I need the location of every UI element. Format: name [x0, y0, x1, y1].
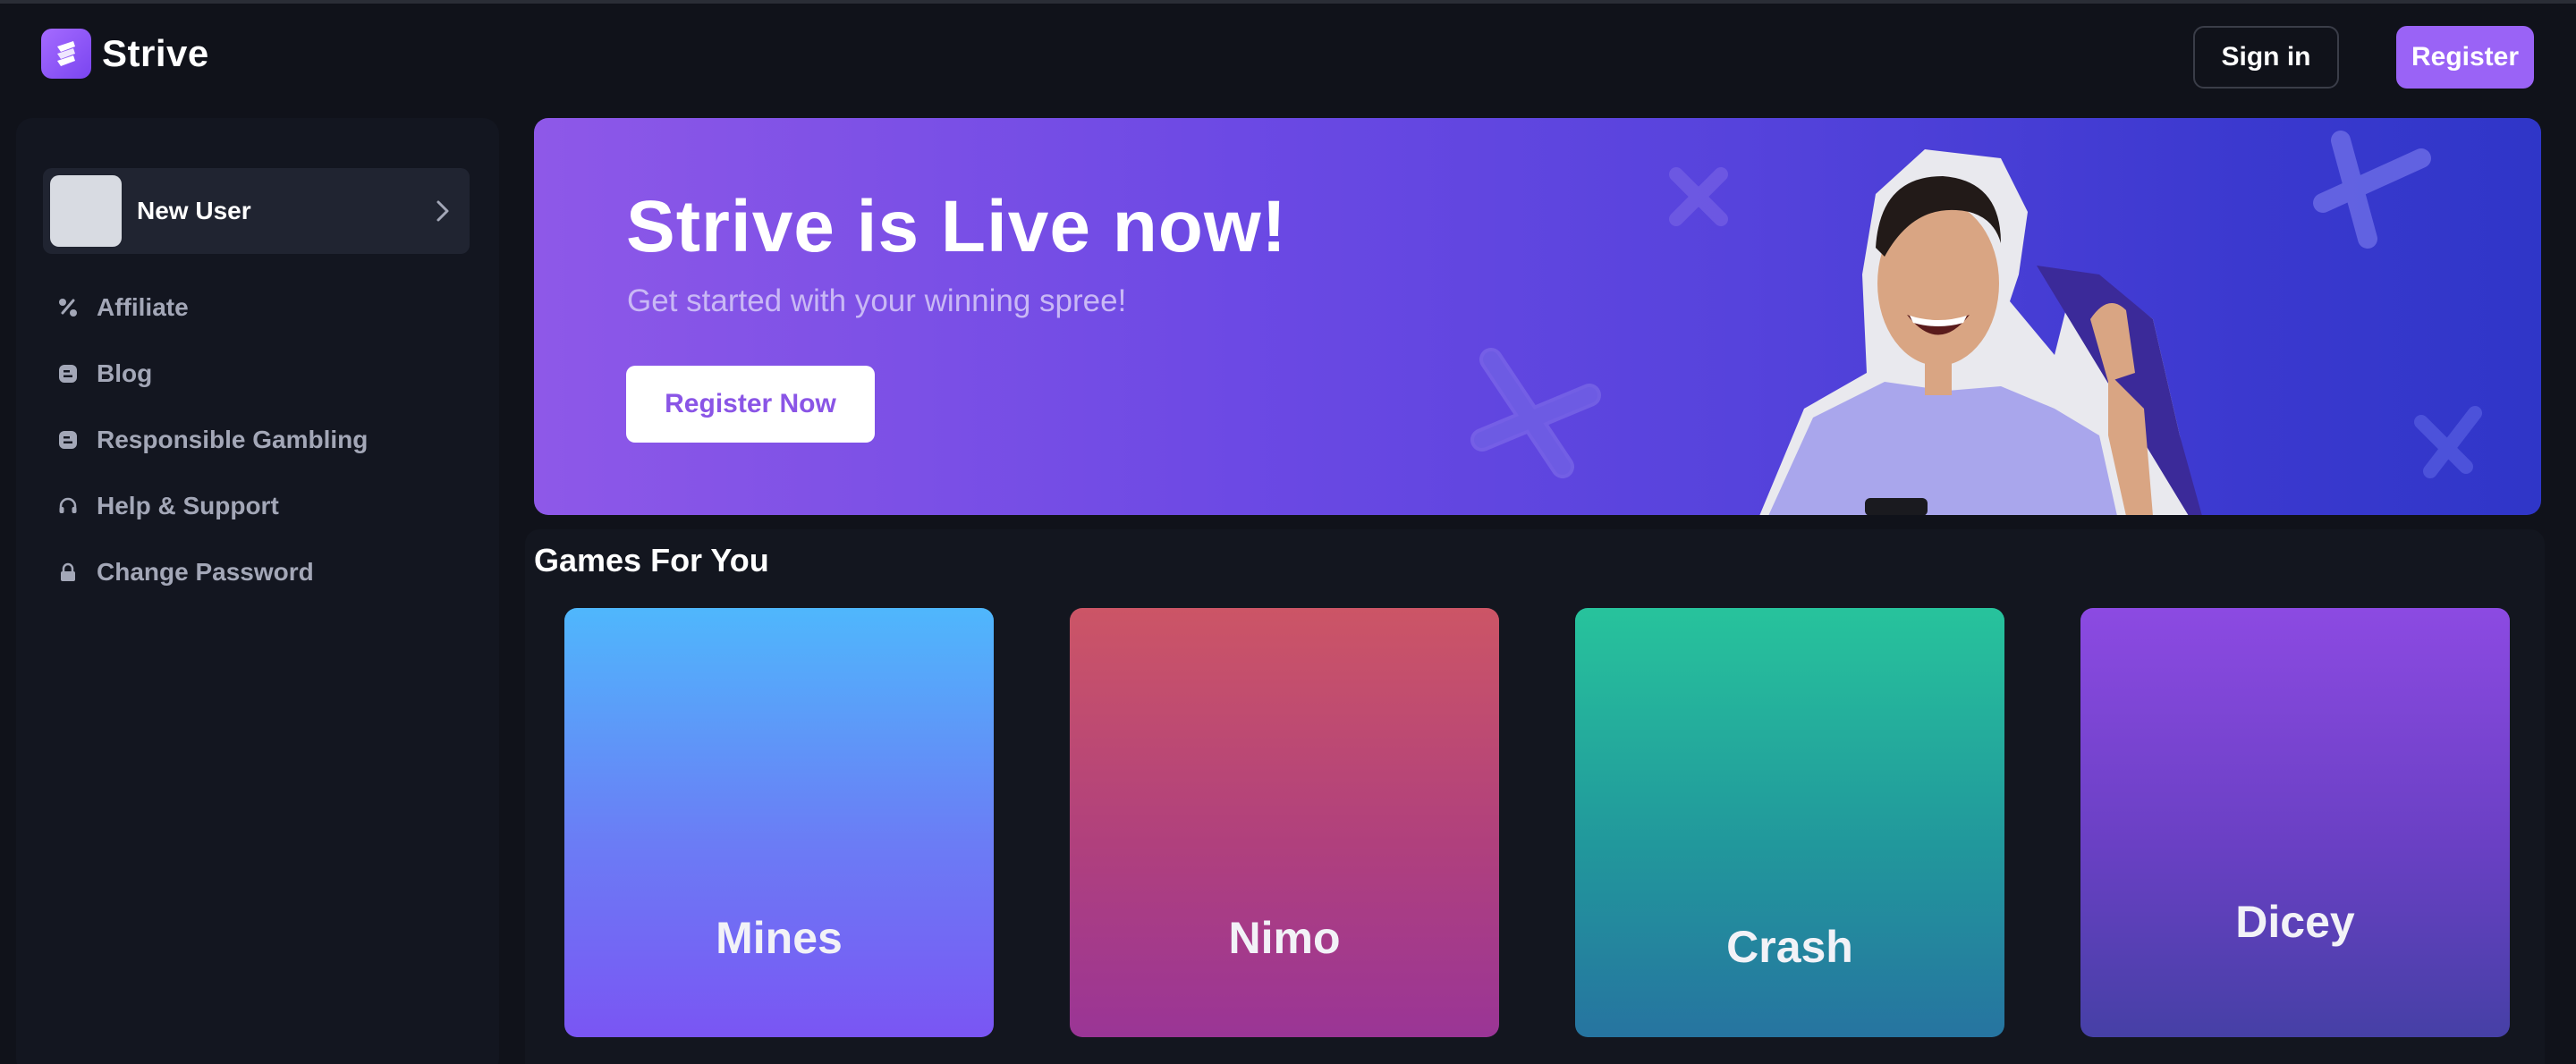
banner-subtitle: Get started with your winning spree!: [627, 283, 1127, 318]
decorative-x-icon: [2313, 131, 2431, 249]
user-name: New User: [137, 197, 251, 224]
sidebar-item-label: Responsible Gambling: [97, 426, 369, 453]
promo-banner: Strive is Live now! Get started with you…: [534, 118, 2541, 515]
sidebar-item-change-password[interactable]: Change Password: [43, 539, 472, 605]
game-card-nimo[interactable]: Nimo: [1070, 608, 1499, 1037]
game-card-title: Nimo: [1228, 913, 1341, 963]
banner-title: Strive is Live now!: [626, 186, 1287, 267]
game-card-crash[interactable]: Crash: [1575, 608, 2004, 1037]
sidebar-item-responsible-gambling[interactable]: Responsible Gambling: [43, 407, 472, 473]
decorative-x-icon: [1669, 167, 1728, 226]
affiliate-icon: [55, 295, 80, 320]
game-card-title: Crash: [1726, 922, 1853, 972]
lock-icon: [55, 560, 80, 585]
game-card-dicey[interactable]: Dicey: [2080, 608, 2510, 1037]
sidebar-nav: Affiliate Blog Responsible Gambling Help…: [43, 274, 472, 605]
sidebar-item-affiliate[interactable]: Affiliate: [43, 274, 472, 341]
sidebar: New User Affiliate Blog Responsible Gamb…: [16, 118, 499, 1064]
game-card-mines[interactable]: Mines: [564, 608, 994, 1037]
chevron-right-icon: [436, 200, 449, 222]
blog-icon: [55, 361, 80, 386]
sidebar-item-blog[interactable]: Blog: [43, 341, 472, 407]
avatar: [50, 175, 122, 247]
register-button[interactable]: Register: [2396, 26, 2534, 89]
headset-icon: [55, 494, 80, 519]
strive-logo-icon: [41, 29, 91, 79]
sidebar-item-help-support[interactable]: Help & Support: [43, 473, 472, 539]
sidebar-item-label: Blog: [97, 359, 153, 387]
sign-in-button[interactable]: Sign in: [2193, 26, 2339, 89]
sidebar-item-label: Help & Support: [97, 492, 279, 519]
user-profile-card[interactable]: New User: [43, 168, 470, 254]
person-illustration: [1759, 149, 2202, 515]
register-now-button[interactable]: Register Now: [626, 366, 875, 443]
logo[interactable]: Strive: [41, 29, 209, 79]
sidebar-item-label: Change Password: [97, 558, 314, 586]
sidebar-item-label: Affiliate: [97, 293, 189, 321]
responsible-gambling-icon: [55, 427, 80, 452]
game-card-title: Mines: [716, 913, 843, 963]
brand-name: Strive: [102, 32, 209, 74]
header: Strive Sign in Register: [0, 4, 2576, 109]
game-card-title: Dicey: [2235, 897, 2355, 947]
decorative-x-icon: [1470, 348, 1601, 478]
decorative-x-icon: [2414, 406, 2482, 478]
games-section-title: Games For You: [534, 542, 769, 578]
